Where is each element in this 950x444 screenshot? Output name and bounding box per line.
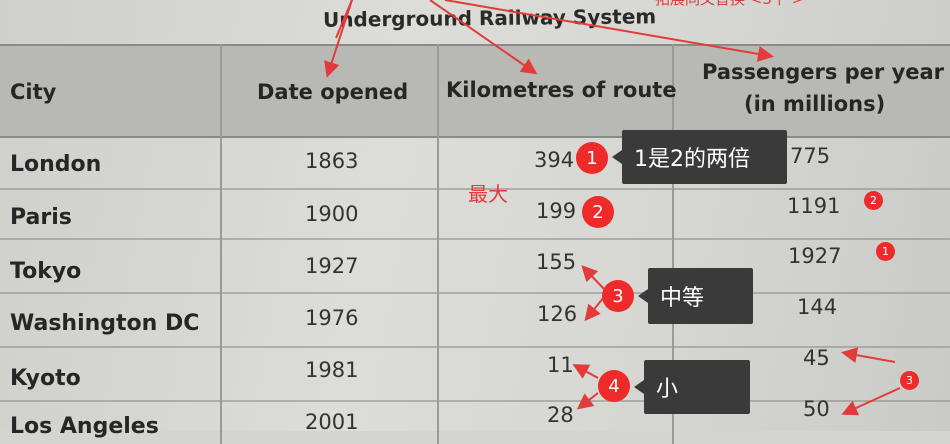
badge-4: 4 [598, 370, 630, 402]
arrow-to-11 [572, 364, 599, 379]
badge-3: 3 [602, 280, 634, 312]
arrow-to-155 [581, 265, 605, 290]
arrow-to-passengers [444, 0, 774, 62]
badge-small-3: 3 [900, 371, 919, 390]
badge-2: 2 [582, 196, 614, 228]
arrow-to-title [335, 0, 353, 39]
arrow-to-126 [584, 296, 605, 322]
badge-small-2: 2 [864, 191, 883, 210]
note-largest: 最大 [468, 182, 508, 206]
callout-double: 1是2的两倍 [612, 130, 787, 184]
arrow-to-50 [841, 387, 901, 416]
arrow-to-km [429, 0, 538, 75]
table-photo: 拓展同义替换 <3个 > Underground Railway System … [0, 0, 950, 444]
arrow-to-45 [841, 347, 896, 363]
annotation-arrows [324, 0, 901, 416]
callout-small: 小 [634, 360, 750, 414]
arrow-to-28 [576, 392, 599, 410]
callout-medium: 中等 [638, 268, 753, 324]
badge-small-1: 1 [876, 242, 895, 261]
badge-1: 1 [576, 142, 608, 174]
